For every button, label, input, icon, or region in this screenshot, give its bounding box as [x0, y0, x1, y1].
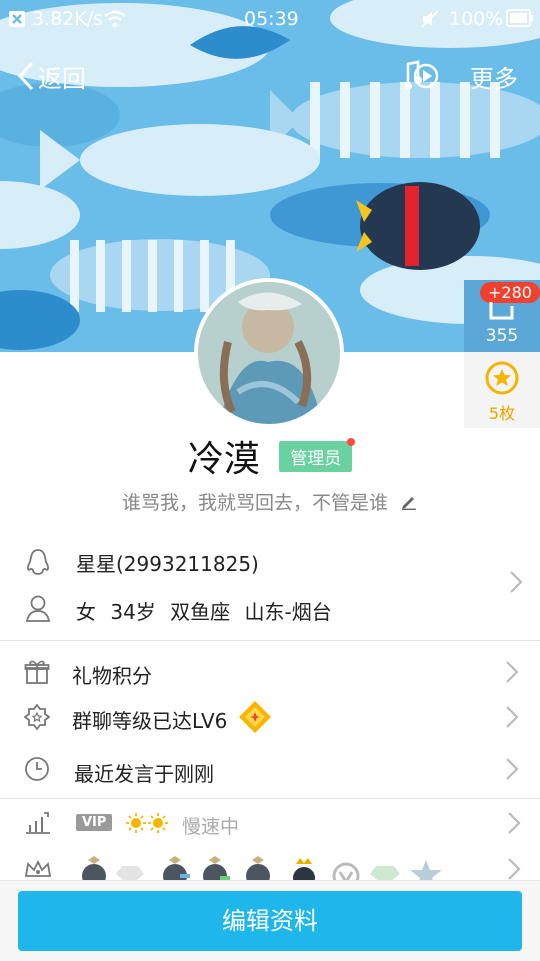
- chevron-right-icon: [504, 756, 520, 786]
- group-level-label: 群聊等级已达LV6: [72, 709, 228, 733]
- chevron-right-icon: [504, 704, 520, 734]
- clock: 05:39: [244, 8, 299, 30]
- medal-star-icon: [485, 361, 519, 399]
- signature-line[interactable]: 谁骂我，我就骂回去，不管是谁: [0, 488, 540, 515]
- vip-label: VIP: [76, 814, 113, 831]
- group-level-row[interactable]: 群聊等级已达LV6: [0, 694, 540, 740]
- level-diamond-icon: [238, 700, 272, 738]
- star-honor-icon: [410, 860, 442, 882]
- growth-chart-icon: [24, 811, 52, 839]
- likes-count: 355: [485, 326, 519, 346]
- mute-icon: [420, 9, 440, 34]
- clock-icon: [24, 756, 50, 786]
- last-speak-row[interactable]: 最近发言于刚刚: [0, 746, 540, 792]
- info-details-line: 女 34岁 双鱼座 山东-烟台: [76, 596, 332, 625]
- edit-profile-button[interactable]: 编辑资料: [18, 891, 522, 951]
- honors-row[interactable]: [0, 846, 540, 882]
- divider: [0, 798, 540, 799]
- gift-points-label: 礼物积分: [72, 664, 152, 688]
- gift-points-row[interactable]: 礼物积分: [0, 650, 540, 694]
- thumb-up-icon: [488, 300, 516, 326]
- chevron-right-icon: [508, 569, 524, 599]
- person-icon: [25, 594, 51, 626]
- more-button[interactable]: 更多: [470, 59, 518, 94]
- divider: [0, 640, 540, 641]
- usb-debug-icon: [8, 10, 26, 33]
- speed-status: 慢速中: [182, 816, 240, 838]
- wifi-icon: [103, 10, 127, 33]
- admin-badge-label: 管理员: [290, 448, 342, 469]
- zodiac: 双鱼座: [170, 600, 231, 624]
- chevron-right-icon: [504, 659, 520, 689]
- likes-badge[interactable]: +280 355: [464, 280, 540, 352]
- back-button[interactable]: 返回: [14, 56, 94, 96]
- chevron-left-icon: [16, 60, 36, 96]
- notify-dot: [347, 437, 356, 446]
- penguin-honor-icon: [246, 856, 270, 882]
- penguin-honor-icon: [82, 856, 106, 882]
- crown-icon: [24, 858, 52, 882]
- crowned-penguin-honor-icon: [293, 858, 315, 882]
- age: 34岁: [110, 600, 156, 624]
- edit-pencil-icon: [400, 492, 418, 515]
- last-speak-label: 最近发言于刚刚: [74, 762, 214, 786]
- top-nav-bar: 返回 更多: [0, 48, 540, 104]
- avatar-photo: [198, 282, 340, 424]
- chevron-right-icon: [506, 810, 522, 840]
- status-bar: 3.82K/s 05:39 100%: [0, 0, 540, 38]
- medals-count: 5枚: [488, 404, 516, 423]
- signature-text: 谁骂我，我就骂回去，不管是谁: [121, 492, 388, 514]
- chevron-right-icon: [506, 856, 522, 882]
- sun-level-icon: [126, 812, 168, 838]
- avatar[interactable]: [194, 278, 344, 428]
- penguin-qq-icon: [25, 548, 51, 580]
- qq-account: 星星(2993211825): [76, 552, 259, 576]
- vip-status-row[interactable]: VIP 慢速中: [0, 800, 540, 846]
- penguin-honor-icon: [203, 856, 230, 882]
- back-label: 返回: [38, 65, 86, 93]
- network-speed: 3.82K/s: [32, 8, 104, 30]
- admin-badge: 管理员: [279, 437, 356, 472]
- basic-info-section[interactable]: 星星(2993211825) 女 34岁 双鱼座 山东-烟台: [0, 536, 540, 640]
- gender: 女: [76, 600, 96, 624]
- profile-name: 冷漠: [187, 439, 260, 480]
- gift-box-icon: [24, 659, 50, 689]
- penguin-honor-icon: [163, 856, 190, 882]
- medals-badge[interactable]: 5枚: [464, 352, 540, 428]
- badge-star-icon: [23, 703, 51, 734]
- profile-name-line: 冷漠 管理员: [0, 430, 540, 480]
- location: 山东-烟台: [244, 600, 332, 624]
- battery-percent: 100%: [449, 8, 504, 30]
- music-note-icon[interactable]: [402, 58, 440, 96]
- honor-icons-strip: [80, 854, 450, 882]
- battery-icon: [506, 9, 534, 32]
